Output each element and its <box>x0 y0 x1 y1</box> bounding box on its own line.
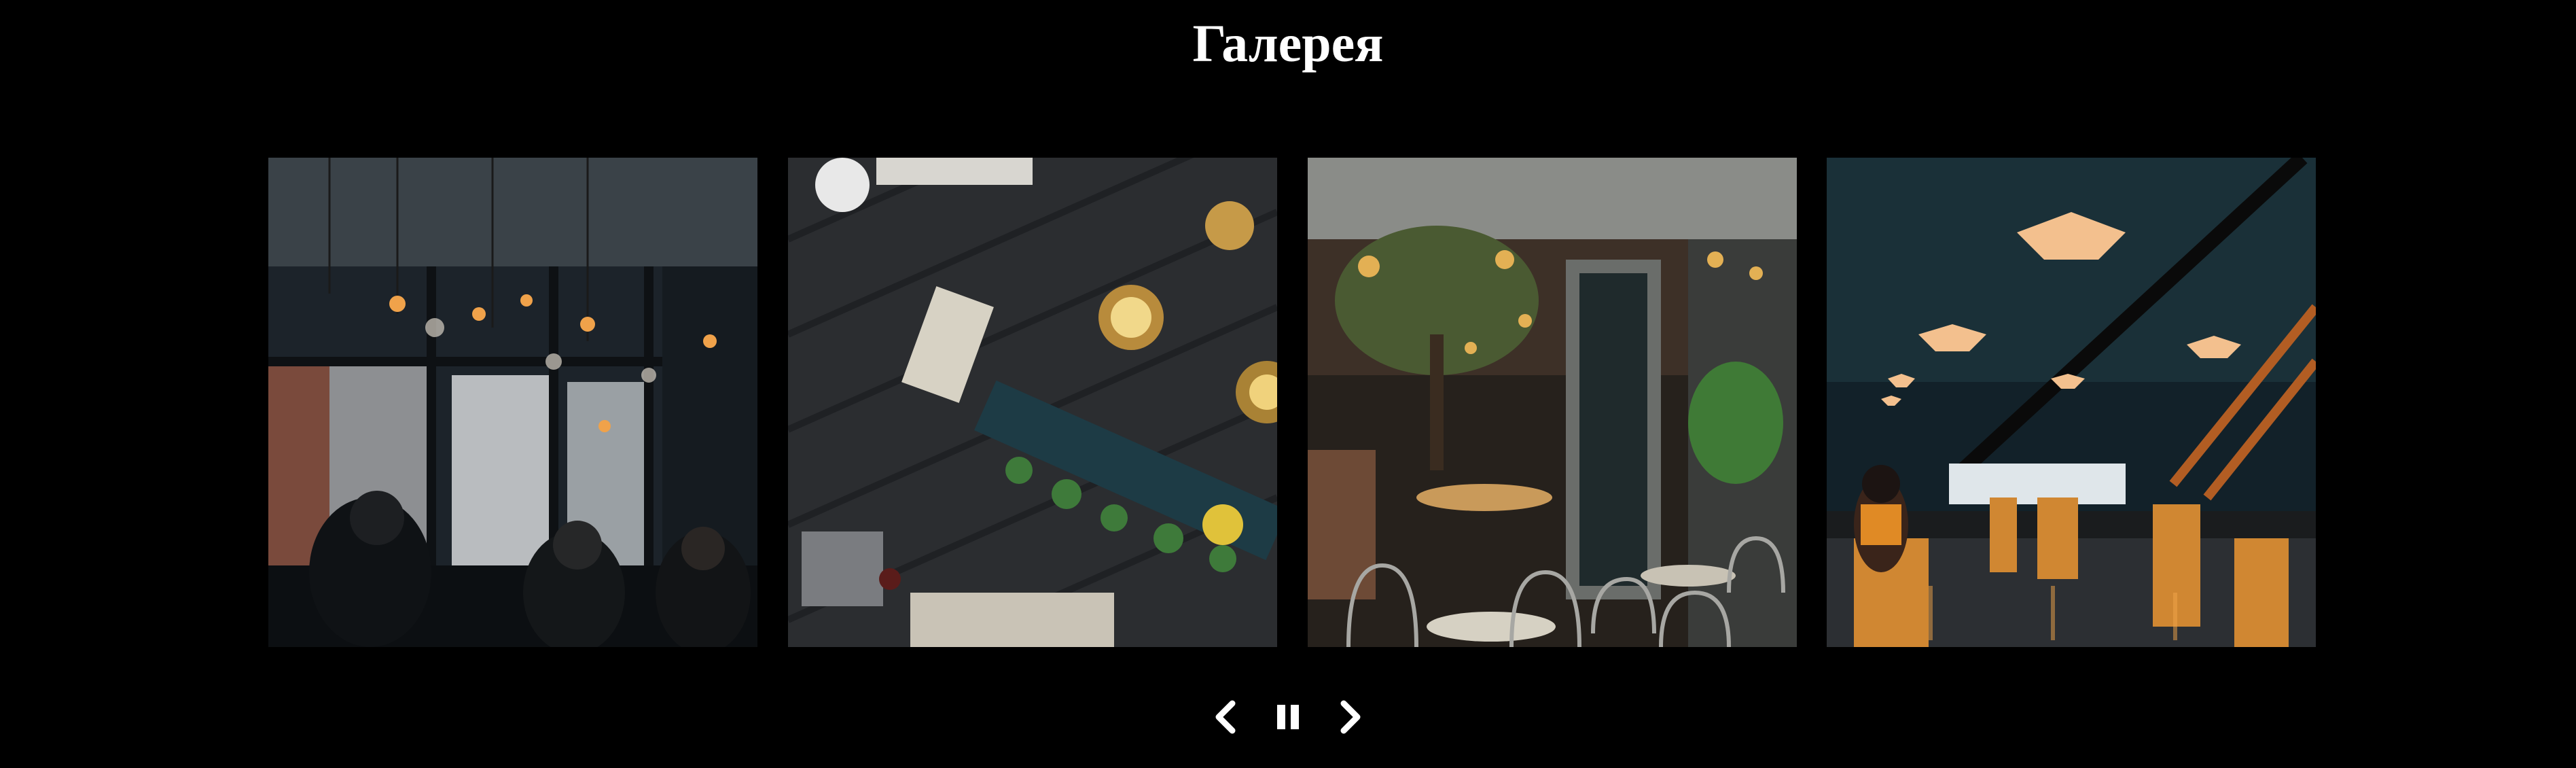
cafe-terrace-photo <box>1308 158 1797 647</box>
prev-button[interactable] <box>1209 697 1242 737</box>
pause-button[interactable] <box>1272 697 1304 737</box>
gallery-slide[interactable] <box>1308 158 1797 647</box>
gallery-slide[interactable] <box>788 158 1277 647</box>
gallery-slide[interactable] <box>268 158 757 647</box>
next-button[interactable] <box>1334 697 1367 737</box>
pause-icon <box>1277 705 1299 729</box>
cafe-window-photo <box>268 158 757 647</box>
carousel-controls <box>0 686 2576 748</box>
cafe-interior-photo <box>1827 158 2316 647</box>
gallery-page: Галерея <box>0 0 2576 768</box>
page-title: Галерея <box>1192 14 1384 73</box>
chevron-left-icon <box>1215 700 1236 734</box>
gallery-slide[interactable] <box>1827 158 2316 647</box>
chevron-right-icon <box>1340 700 1361 734</box>
cafe-topdown-photo <box>788 158 1277 647</box>
gallery-carousel <box>268 158 2316 647</box>
